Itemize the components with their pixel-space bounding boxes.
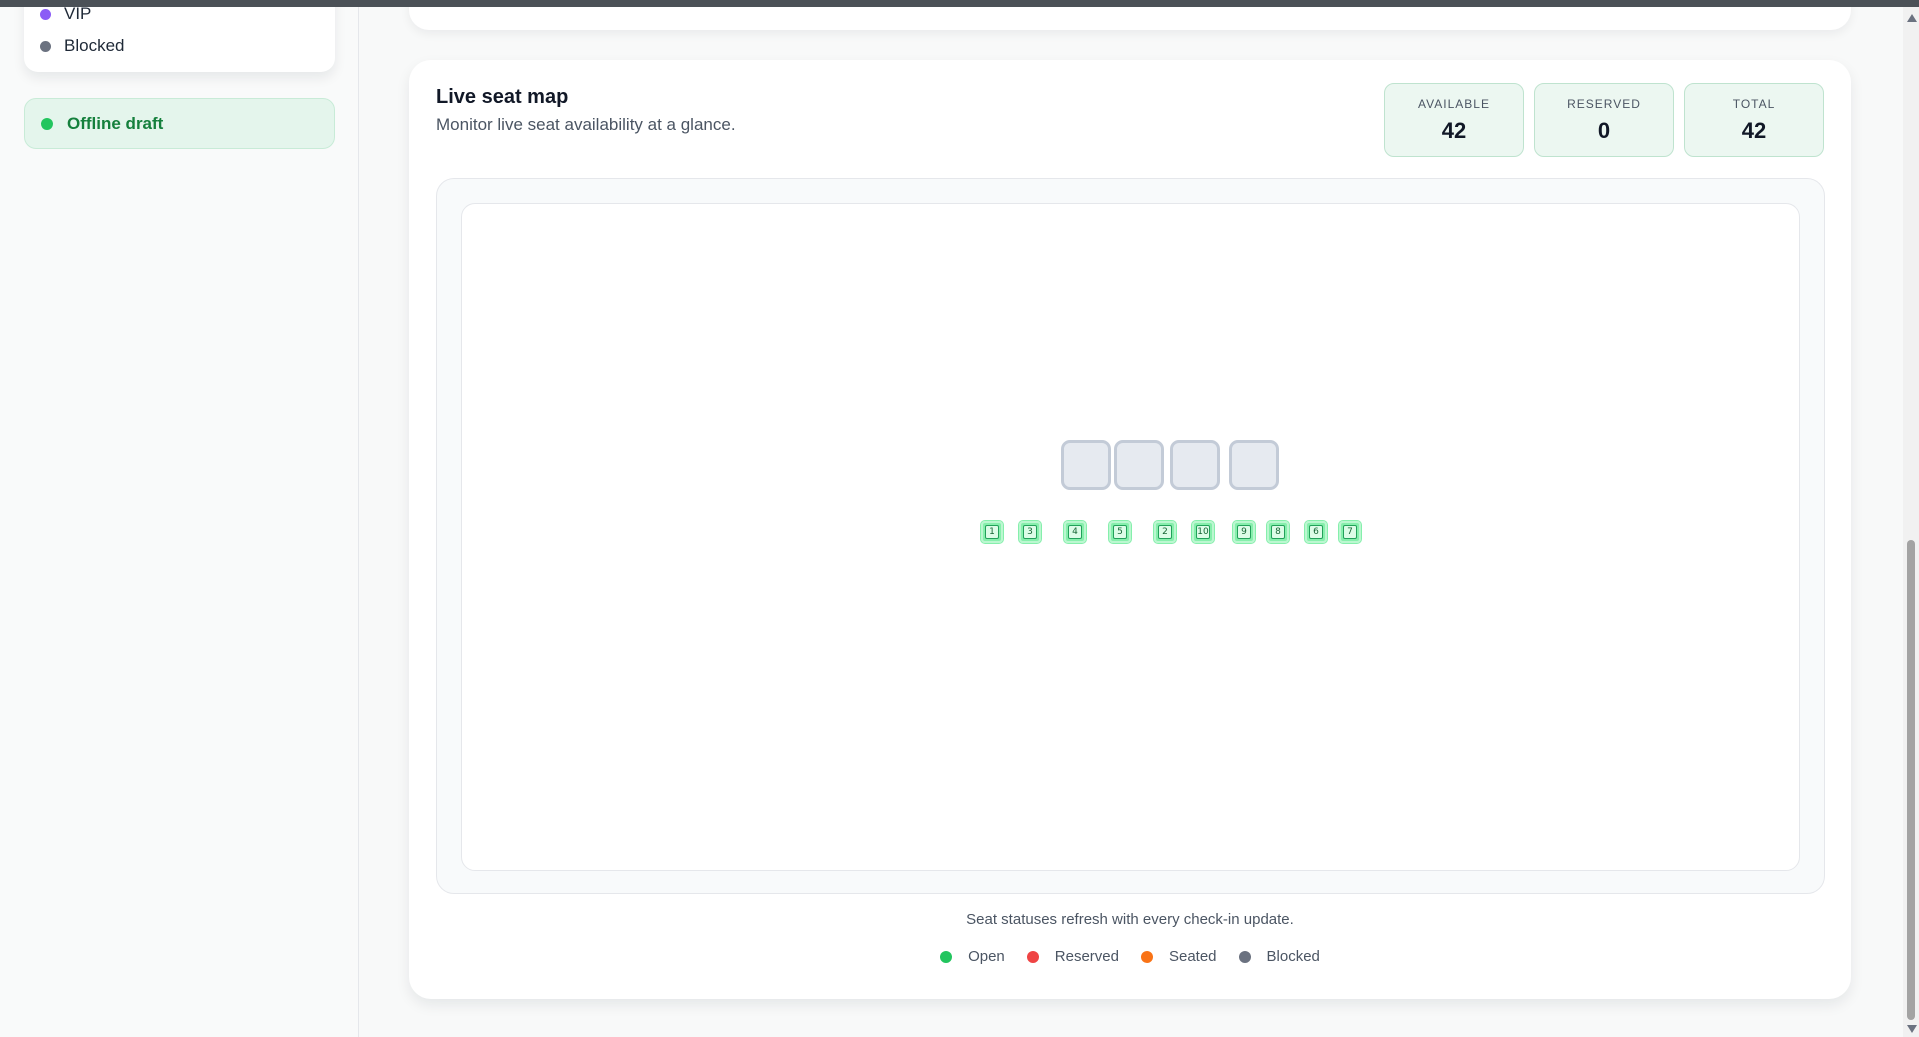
seat[interactable]: 8 (1266, 520, 1290, 544)
seat[interactable]: 3 (1018, 520, 1042, 544)
seat-number: 3 (1023, 525, 1037, 539)
table-block[interactable] (1114, 440, 1164, 490)
vip-dot-icon (40, 8, 51, 20)
seat[interactable]: 9 (1232, 520, 1256, 544)
seat-map-canvas[interactable]: 1 3 4 5 2 10 9 8 6 7 (461, 203, 1800, 871)
legend-label: Reserved (1054, 948, 1119, 965)
sidebar-legend-card: VIP Blocked (24, 0, 335, 72)
table-block[interactable] (1170, 440, 1220, 490)
legend-item-open: Open (940, 948, 1005, 965)
stat-label: TOTAL (1732, 97, 1776, 111)
seat[interactable]: 7 (1338, 520, 1362, 544)
live-seat-map-card: Live seat map Monitor live seat availabi… (409, 60, 1851, 999)
scroll-up-icon[interactable] (1907, 14, 1917, 22)
seat-number: 1 (985, 525, 999, 539)
seated-dot-icon (1140, 950, 1153, 963)
legend-item-blocked: Blocked (40, 36, 124, 56)
stat-value: 42 (1441, 118, 1467, 143)
seat-number: 10 (1196, 525, 1210, 539)
open-dot-icon (940, 950, 953, 963)
legend-item-blocked: Blocked (1238, 948, 1320, 965)
reserved-dot-icon (1026, 950, 1039, 963)
legend-label: VIP (64, 4, 92, 23)
card-title: Live seat map (436, 86, 569, 108)
sidebar: VIP Blocked Offline draft (0, 0, 359, 1037)
seat[interactable]: 1 (980, 520, 1004, 544)
legend-item-reserved: Reserved (1026, 948, 1119, 965)
legend-label: Seated (1168, 948, 1217, 965)
stat-label: RESERVED (1567, 97, 1641, 111)
seat-number: 5 (1113, 525, 1127, 539)
card-subtitle: Monitor live seat availability at a glan… (436, 115, 736, 134)
seat[interactable]: 4 (1063, 520, 1087, 544)
legend-item-vip: VIP (40, 4, 91, 24)
legend-label: Open (968, 948, 1005, 965)
seat-number: 9 (1237, 525, 1251, 539)
legend-label: Blocked (1266, 948, 1320, 965)
seat-number: 6 (1309, 525, 1323, 539)
status-dot-icon (41, 117, 53, 130)
stat-value: 0 (1597, 118, 1611, 143)
seat-number: 8 (1271, 525, 1285, 539)
stat-reserved: RESERVED 0 (1534, 83, 1674, 157)
seat[interactable]: 10 (1191, 520, 1215, 544)
stat-label: AVAILABLE (1418, 97, 1490, 111)
seat[interactable]: 5 (1108, 520, 1132, 544)
blocked-dot-icon (1238, 950, 1251, 963)
seat[interactable]: 2 (1153, 520, 1177, 544)
scroll-down-icon[interactable] (1907, 1025, 1917, 1033)
stat-value: 42 (1741, 118, 1767, 143)
seat-number: 2 (1158, 525, 1172, 539)
offline-draft-status[interactable]: Offline draft (24, 98, 335, 149)
status-legend: Open Reserved Seated Blocked (409, 948, 1851, 965)
offline-draft-label: Offline draft (67, 113, 164, 133)
table-block[interactable] (1229, 440, 1279, 490)
seat-number: 7 (1343, 525, 1357, 539)
seat-map-frame: 1 3 4 5 2 10 9 8 6 7 (436, 178, 1825, 894)
seat-number: 4 (1068, 525, 1082, 539)
seat[interactable]: 6 (1304, 520, 1328, 544)
blocked-dot-icon (40, 40, 51, 52)
legend-item-seated: Seated (1140, 948, 1217, 965)
scrollbar-thumb[interactable] (1907, 540, 1915, 1020)
legend-label: Blocked (64, 36, 125, 55)
window-top-bar (0, 0, 1919, 7)
stat-available: AVAILABLE 42 (1384, 83, 1524, 157)
stat-total: TOTAL 42 (1684, 83, 1824, 157)
refresh-note: Seat statuses refresh with every check-i… (966, 911, 1294, 928)
page-scrollbar[interactable] (1903, 0, 1919, 1037)
table-block[interactable] (1061, 440, 1111, 490)
